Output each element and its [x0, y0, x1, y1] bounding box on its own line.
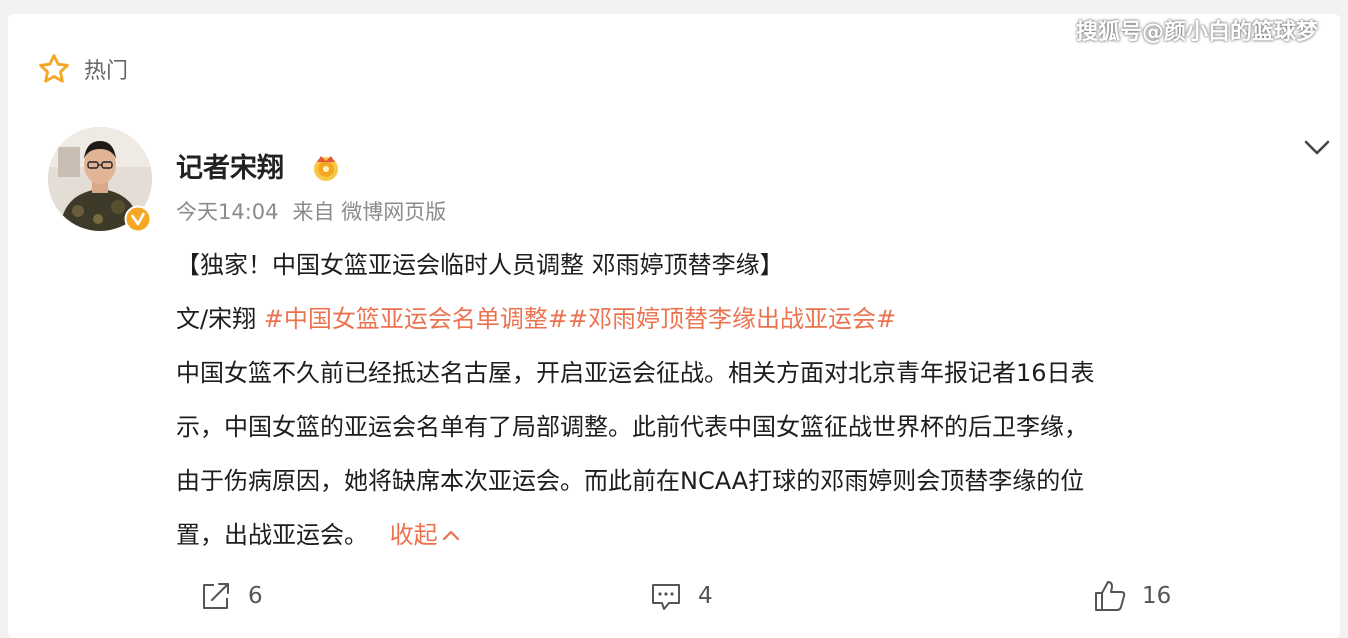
author-name[interactable]: 记者宋翔 — [176, 146, 284, 185]
body-line: 示，中国女篮的亚运会名单有了局部调整。此前代表中国女篮征战世界杯的后卫李缘， — [176, 413, 1088, 441]
body-line: 中国女篮不久前已经抵达名古屋，开启亚运会征战。相关方面对北京青年报记者16日表 — [176, 359, 1095, 387]
chevron-up-icon — [442, 530, 459, 541]
avatar[interactable] — [48, 127, 154, 233]
comment-count: 4 — [698, 583, 713, 609]
body-line-last: 置，出战亚运会。 收起 — [176, 508, 1316, 562]
like-icon — [1095, 581, 1126, 611]
chevron-down-icon[interactable] — [1302, 138, 1332, 158]
verified-icon — [124, 205, 152, 233]
watermark: 搜狐号@颜小白的篮球梦 — [1075, 20, 1318, 45]
body-line: 置，出战亚运会。 — [176, 521, 368, 549]
hot-label[interactable]: 热门 — [84, 53, 128, 85]
hashtag-link[interactable]: #邓雨婷顶替李缘出战亚运会# — [568, 305, 896, 333]
post-title: 【独家！中国女篮亚运会临时人员调整 邓雨婷顶替李缘】 — [176, 251, 784, 279]
post-content: 【独家！中国女篮亚运会临时人员调整 邓雨婷顶替李缘】 文/宋翔 #中国女篮亚运会… — [176, 238, 1316, 562]
like-button[interactable]: 16 — [1092, 578, 1171, 614]
hashtag-link[interactable]: #中国女篮亚运会名单调整# — [264, 305, 568, 333]
share-icon — [203, 583, 229, 609]
crown-badge-icon[interactable] — [309, 150, 343, 184]
post-meta: 今天14:04 来自 微博网页版 — [176, 196, 446, 226]
post-time[interactable]: 今天14:04 — [176, 196, 279, 226]
byline-line: 文/宋翔 #中国女篮亚运会名单调整##邓雨婷顶替李缘出战亚运会# — [176, 292, 1316, 346]
share-count: 6 — [248, 583, 263, 609]
share-button[interactable]: 6 — [198, 578, 263, 614]
hot-header: 热门 — [36, 52, 128, 86]
body-line: 由于伤病原因，她将缺席本次亚运会。而此前在NCAA打球的邓雨婷则会顶替李缘的位 — [176, 467, 1085, 495]
action-bar: 6 4 16 — [0, 578, 1348, 622]
star-icon — [39, 54, 69, 83]
comment-button[interactable]: 4 — [648, 578, 713, 614]
collapse-link[interactable]: 收起 — [390, 508, 460, 562]
post-source: 来自 微博网页版 — [292, 200, 447, 224]
comment-icon — [652, 584, 680, 610]
like-count: 16 — [1142, 583, 1172, 609]
byline: 文/宋翔 — [176, 305, 257, 333]
collapse-label: 收起 — [389, 521, 438, 549]
